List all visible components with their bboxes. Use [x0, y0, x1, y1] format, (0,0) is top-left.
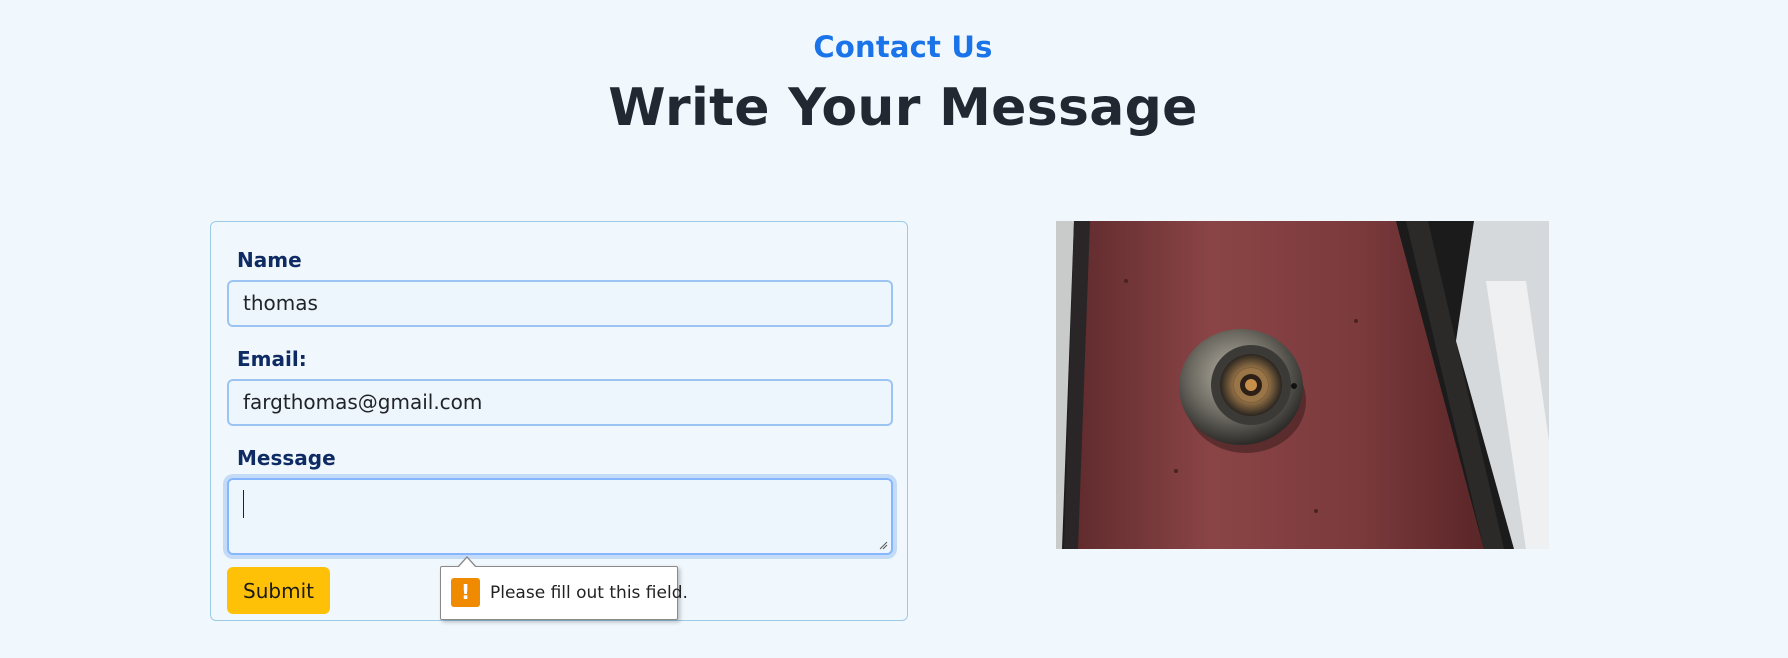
- message-label: Message: [237, 446, 336, 470]
- tooltip-arrow-inner: [458, 558, 476, 568]
- warning-icon: !: [451, 578, 480, 607]
- validation-tooltip: ! Please fill out this field.: [440, 556, 688, 620]
- section-eyebrow: Contact Us: [813, 30, 993, 64]
- resize-handle-icon[interactable]: [878, 540, 888, 550]
- validation-message: Please fill out this field.: [490, 583, 688, 603]
- contact-form: Name thomas Email: fargthomas@gmail.com …: [210, 221, 908, 621]
- contact-page: Contact Us Write Your Message Name thoma…: [0, 0, 1788, 658]
- email-label: Email:: [237, 347, 307, 371]
- name-label: Name: [237, 248, 302, 272]
- page-title: Write Your Message: [608, 78, 1198, 138]
- message-textarea[interactable]: [227, 478, 893, 555]
- text-caret: [243, 490, 244, 518]
- submit-button[interactable]: Submit: [227, 567, 330, 614]
- camera-photo-illustration: [1056, 221, 1549, 549]
- security-camera-photo: [1056, 221, 1549, 549]
- name-field[interactable]: thomas: [227, 280, 893, 327]
- email-field[interactable]: fargthomas@gmail.com: [227, 379, 893, 426]
